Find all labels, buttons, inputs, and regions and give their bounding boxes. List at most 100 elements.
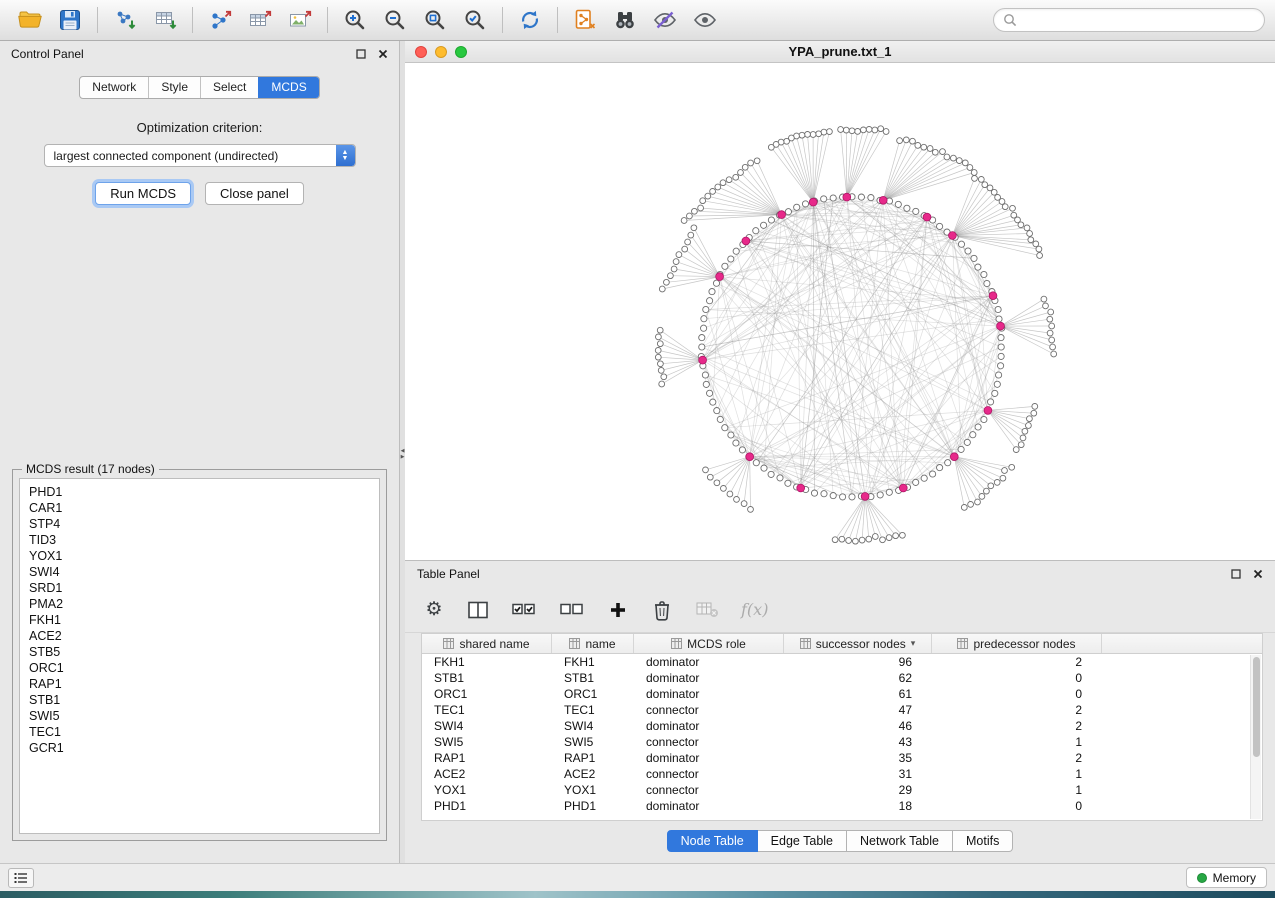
zoom-out-button[interactable]	[375, 4, 415, 36]
import-table-button[interactable]	[145, 4, 185, 36]
result-node-item[interactable]: SWI4	[29, 564, 379, 580]
table-row[interactable]: SWI4SWI4dominator462	[422, 718, 1262, 734]
function-builder-button[interactable]: f(x)	[741, 597, 768, 623]
table-cell: 0	[932, 687, 1102, 701]
tab-style[interactable]: Style	[148, 77, 200, 98]
close-panel-action-button[interactable]: Close panel	[205, 182, 304, 205]
result-node-item[interactable]: RAP1	[29, 676, 379, 692]
zoom-in-icon	[342, 7, 368, 33]
network-view[interactable]	[405, 63, 1275, 560]
column-header-predecessor-nodes[interactable]: predecessor nodes	[932, 634, 1102, 653]
close-panel-button[interactable]	[378, 49, 388, 59]
export-network-button[interactable]	[200, 4, 240, 36]
table-cell: connector	[634, 703, 784, 717]
add-column-button[interactable]	[607, 597, 629, 623]
tab-network[interactable]: Network	[80, 77, 148, 98]
table-row[interactable]: PHD1PHD1dominator180	[422, 798, 1262, 814]
table-row[interactable]: ORC1ORC1dominator610	[422, 686, 1262, 702]
result-node-item[interactable]: PMA2	[29, 596, 379, 612]
eye-slash-icon	[652, 7, 678, 33]
search-field[interactable]	[993, 8, 1265, 32]
unchecked-boxes-icon	[559, 601, 585, 619]
show-columns-button[interactable]	[467, 597, 489, 623]
result-node-item[interactable]: GCR1	[29, 740, 379, 756]
search-input[interactable]	[1023, 12, 1255, 28]
mcds-result-list[interactable]: PHD1CAR1STP4TID3YOX1SWI4SRD1PMA2FKH1ACE2…	[19, 478, 380, 834]
table-cell: dominator	[634, 719, 784, 733]
result-node-item[interactable]: YOX1	[29, 548, 379, 564]
tab-edge-table[interactable]: Edge Table	[758, 830, 847, 852]
result-node-item[interactable]: SRD1	[29, 580, 379, 596]
zoom-fit-button[interactable]	[415, 4, 455, 36]
result-node-item[interactable]: CAR1	[29, 500, 379, 516]
float-panel-button[interactable]	[356, 49, 366, 59]
criterion-dropdown[interactable]: largest connected component (undirected)…	[44, 144, 356, 167]
save-session-button[interactable]	[50, 4, 90, 36]
result-node-item[interactable]: FKH1	[29, 612, 379, 628]
export-table-button[interactable]	[240, 4, 280, 36]
splitter-collapse-icons[interactable]: ◀▶	[401, 449, 405, 460]
share-document-button[interactable]	[565, 4, 605, 36]
table-cell: FKH1	[422, 655, 552, 669]
table-cell: FKH1	[552, 655, 634, 669]
import-table-icon	[152, 7, 178, 33]
deselect-all-button[interactable]	[559, 597, 585, 623]
table-row[interactable]: SWI5SWI5connector431	[422, 734, 1262, 750]
zoom-selected-button[interactable]	[455, 4, 495, 36]
table-cell: dominator	[634, 799, 784, 813]
export-image-button[interactable]	[280, 4, 320, 36]
result-node-item[interactable]: TID3	[29, 532, 379, 548]
table-cell: 61	[784, 687, 932, 701]
first-neighbors-button[interactable]	[605, 4, 645, 36]
table-cell: connector	[634, 783, 784, 797]
task-history-button[interactable]	[8, 868, 34, 888]
table-row[interactable]: TEC1TEC1connector472	[422, 702, 1262, 718]
minimize-window-button[interactable]	[435, 46, 447, 58]
result-node-item[interactable]: PHD1	[29, 484, 379, 500]
tab-node-table[interactable]: Node Table	[667, 830, 758, 852]
desktop-wallpaper-strip	[0, 891, 1275, 898]
run-mcds-button[interactable]: Run MCDS	[95, 182, 191, 205]
network-canvas[interactable]	[405, 63, 1275, 560]
column-header-shared-name[interactable]: shared name	[422, 634, 552, 653]
delete-table-button[interactable]	[695, 597, 719, 623]
column-header-MCDS-role[interactable]: MCDS role	[634, 634, 784, 653]
tab-network-table[interactable]: Network Table	[847, 830, 953, 852]
main-toolbar	[0, 0, 1275, 41]
table-scrollbar-thumb[interactable]	[1253, 657, 1260, 757]
refresh-layout-button[interactable]	[510, 4, 550, 36]
open-session-button[interactable]	[10, 4, 50, 36]
select-all-button[interactable]	[511, 597, 537, 623]
hide-selected-button[interactable]	[645, 4, 685, 36]
close-window-button[interactable]	[415, 46, 427, 58]
table-scrollbar[interactable]	[1250, 655, 1261, 819]
table-settings-button[interactable]: ⚙	[423, 597, 445, 623]
table-row[interactable]: STB1STB1dominator620	[422, 670, 1262, 686]
close-table-panel-button[interactable]	[1253, 569, 1263, 579]
result-node-item[interactable]: STB1	[29, 692, 379, 708]
show-all-button[interactable]	[685, 4, 725, 36]
delete-column-button[interactable]	[651, 597, 673, 623]
maximize-window-button[interactable]	[455, 46, 467, 58]
result-node-item[interactable]: SWI5	[29, 708, 379, 724]
table-row[interactable]: RAP1RAP1dominator352	[422, 750, 1262, 766]
result-node-item[interactable]: STP4	[29, 516, 379, 532]
table-cell: 46	[784, 719, 932, 733]
column-header-name[interactable]: name	[552, 634, 634, 653]
result-node-item[interactable]: ORC1	[29, 660, 379, 676]
tab-motifs[interactable]: Motifs	[953, 830, 1013, 852]
import-network-button[interactable]	[105, 4, 145, 36]
tab-select[interactable]: Select	[200, 77, 258, 98]
float-table-panel-button[interactable]	[1231, 569, 1241, 579]
result-node-item[interactable]: TEC1	[29, 724, 379, 740]
tab-mcds[interactable]: MCDS	[258, 77, 318, 98]
table-row[interactable]: ACE2ACE2connector311	[422, 766, 1262, 782]
zoom-in-button[interactable]	[335, 4, 375, 36]
result-node-item[interactable]: STB5	[29, 644, 379, 660]
table-cell: 96	[784, 655, 932, 669]
result-node-item[interactable]: ACE2	[29, 628, 379, 644]
column-header-successor-nodes[interactable]: successor nodes▾	[784, 634, 932, 653]
table-row[interactable]: FKH1FKH1dominator962	[422, 654, 1262, 670]
table-row[interactable]: YOX1YOX1connector291	[422, 782, 1262, 798]
memory-button[interactable]: Memory	[1186, 867, 1267, 888]
